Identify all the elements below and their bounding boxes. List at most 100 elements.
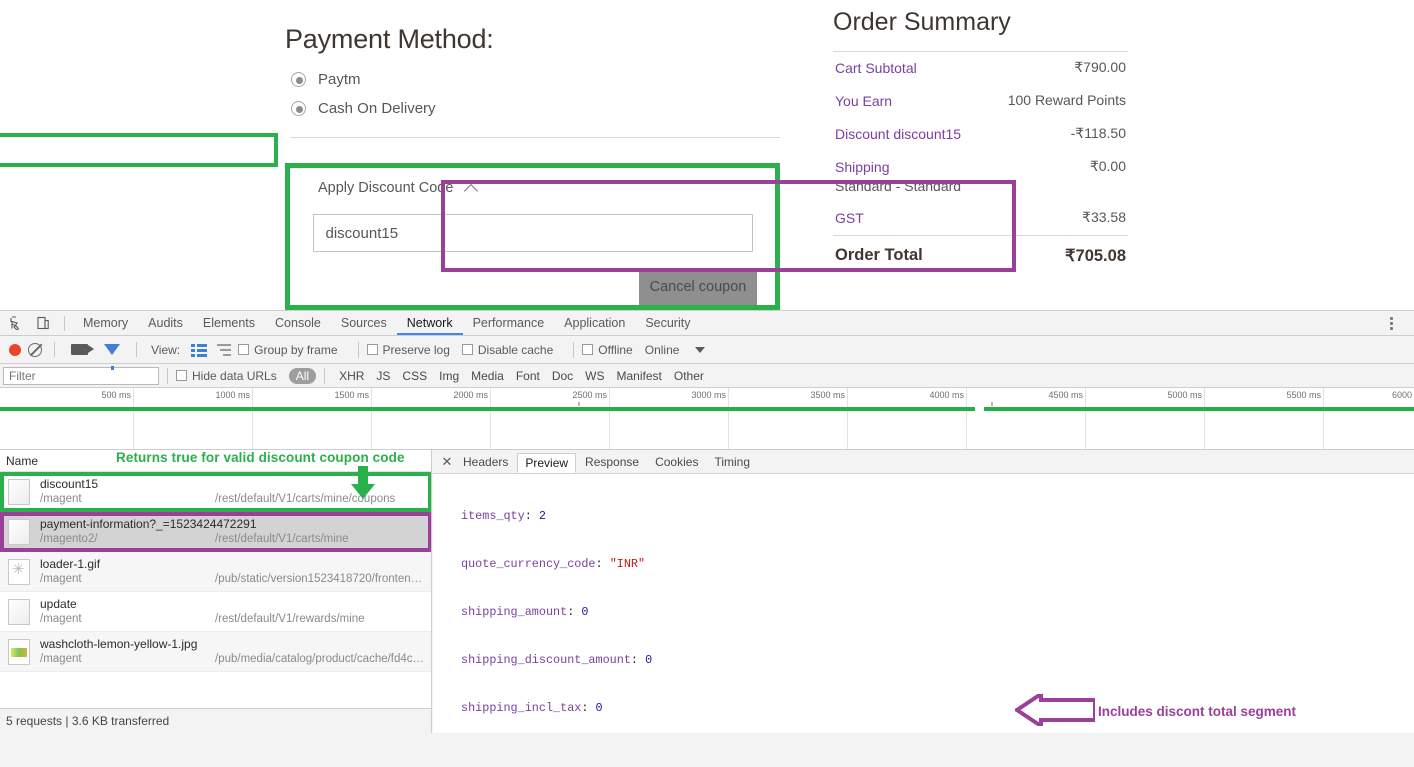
filter-type-xhr[interactable]: XHR	[333, 368, 370, 384]
preserve-log-checkbox[interactable]: Preserve log	[366, 343, 450, 357]
cancel-coupon-button[interactable]: Cancel coupon	[639, 269, 757, 305]
timeline-activity-band	[984, 407, 1414, 411]
record-button[interactable]	[9, 343, 21, 356]
checkbox-icon[interactable]	[461, 344, 473, 355]
request-name: payment-information?_=1523424472291	[40, 516, 257, 531]
document-icon	[8, 598, 30, 625]
json-key: shipping_discount_amount	[461, 653, 631, 667]
tab-cookies[interactable]: Cookies	[648, 453, 705, 471]
order-summary-title: Order Summary	[833, 8, 1011, 36]
summary-row-value: ₹0.00	[1089, 157, 1126, 174]
hide-data-urls-checkbox[interactable]: Hide data URLs	[176, 369, 277, 383]
group-by-frame-label: Group by frame	[254, 342, 338, 357]
json-key: shipping_incl_tax	[461, 701, 582, 715]
filter-icon[interactable]	[104, 344, 120, 370]
tick-label: 4000 ms	[929, 390, 964, 400]
filter-type-font[interactable]: Font	[510, 368, 546, 384]
divider	[54, 342, 55, 357]
clear-icon[interactable]	[28, 342, 42, 357]
json-value: 0	[645, 653, 653, 667]
timeline-activity-band	[0, 407, 975, 411]
toggle-device-toolbar-icon[interactable]	[30, 312, 56, 334]
tick-label: 5500 ms	[1286, 390, 1321, 400]
checkbox-icon[interactable]	[366, 344, 378, 355]
table-row[interactable]: washcloth-lemon-yellow-1.jpg /magent /pu…	[0, 632, 431, 672]
table-row[interactable]: payment-information?_=1523424472291 /mag…	[0, 512, 431, 552]
filter-type-img[interactable]: Img	[433, 368, 465, 384]
online-throttling-select[interactable]: Online	[645, 343, 680, 357]
shipping-method: Standard - Standard	[835, 177, 962, 194]
tab-memory[interactable]: Memory	[73, 311, 138, 335]
list-view-icon[interactable]	[191, 343, 208, 357]
hide-data-urls-label: Hide data URLs	[192, 368, 277, 383]
discount-code-input[interactable]	[312, 214, 753, 252]
request-path: /rest/default/V1/carts/mine	[215, 532, 349, 545]
tab-network[interactable]: Network	[396, 311, 463, 335]
filter-type-css[interactable]: CSS	[396, 368, 433, 384]
filter-type-manifest[interactable]: Manifest	[611, 368, 668, 384]
filter-input[interactable]	[3, 366, 159, 385]
chevron-up-icon[interactable]	[465, 182, 478, 195]
tab-application[interactable]: Application	[554, 311, 635, 335]
json-line[interactable]: items_qty: 2	[445, 508, 1414, 524]
filter-type-other[interactable]: Other	[668, 368, 710, 384]
payment-option-label: Paytm	[318, 71, 361, 88]
checkbox-icon[interactable]	[176, 370, 187, 381]
inspect-element-icon[interactable]	[4, 312, 30, 334]
tick-label: 3500 ms	[810, 390, 845, 400]
payment-option-paytm[interactable]: Paytm	[285, 65, 780, 94]
view-label: View:	[151, 342, 181, 357]
json-preview-tree[interactable]: items_qty: 2 quote_currency_code: "INR" …	[433, 474, 1414, 733]
table-row[interactable]: update /magent /rest/default/V1/rewards/…	[0, 592, 431, 632]
tab-sources[interactable]: Sources	[331, 311, 397, 335]
request-host: /magento2/	[40, 532, 98, 545]
offline-checkbox[interactable]: Offline	[582, 343, 633, 357]
checkbox-icon[interactable]	[238, 344, 250, 355]
request-path: /pub/media/catalog/product/cache/fd4c8..…	[215, 652, 427, 665]
filter-type-ws[interactable]: WS	[579, 368, 610, 384]
filter-type-media[interactable]: Media	[465, 368, 510, 384]
divider	[357, 341, 359, 358]
more-options-icon[interactable]	[1380, 316, 1402, 330]
summary-row-value: 100 Reward Points	[1007, 91, 1126, 108]
tab-audits[interactable]: Audits	[138, 311, 193, 335]
group-by-frame-checkbox[interactable]: Group by frame	[238, 342, 338, 357]
request-name: update	[40, 596, 77, 611]
disable-cache-checkbox[interactable]: Disable cache	[461, 343, 553, 357]
checkout-page: Payment Method: Paytm Cash On Delivery A…	[0, 0, 1414, 310]
apply-discount-code-label: Apply Discount Code	[318, 180, 454, 196]
apply-discount-code-toggle[interactable]: Apply Discount Code	[290, 168, 775, 196]
filter-type-all[interactable]: All	[288, 367, 317, 384]
tab-performance[interactable]: Performance	[463, 311, 555, 335]
table-row[interactable]: loader-1.gif /magent /pub/static/version…	[0, 552, 431, 592]
json-line[interactable]: quote_currency_code: "INR"	[445, 556, 1414, 572]
summary-row-discount: Discount discount15 -₹118.50	[833, 118, 1128, 151]
filter-type-js[interactable]: JS	[370, 368, 396, 384]
network-status-bar: 5 requests | 3.6 KB transferred	[0, 708, 431, 733]
network-timeline-overview[interactable]: 500 ms 1000 ms 1500 ms 2000 ms 2500 ms 3…	[0, 388, 1414, 450]
divider	[167, 367, 168, 384]
divider	[136, 342, 137, 357]
checkbox-icon[interactable]	[582, 344, 594, 355]
tab-console[interactable]: Console	[265, 311, 331, 335]
filter-type-doc[interactable]: Doc	[546, 368, 579, 384]
tab-timing[interactable]: Timing	[707, 453, 757, 471]
radio-icon[interactable]	[291, 72, 306, 87]
payment-option-cash-on-delivery[interactable]: Cash On Delivery	[285, 94, 780, 123]
waterfall-view-icon[interactable]	[217, 343, 233, 356]
tab-elements[interactable]: Elements	[193, 311, 265, 335]
radio-icon[interactable]	[291, 101, 306, 116]
chevron-down-icon[interactable]	[695, 346, 706, 353]
summary-row-label: Shipping Standard - Standard	[835, 158, 961, 196]
annotation-green-label: Returns true for valid discount coupon c…	[116, 450, 405, 465]
json-key: items_qty	[461, 509, 525, 523]
annotation-purple-label: Includes discont total segment	[1098, 704, 1297, 719]
tab-security[interactable]: Security	[635, 311, 700, 335]
timeline-marker	[578, 402, 580, 406]
capture-screenshots-icon[interactable]	[71, 344, 94, 355]
json-key: quote_currency_code	[461, 557, 596, 571]
request-name: loader-1.gif	[40, 556, 101, 571]
json-line[interactable]: shipping_discount_amount: 0	[445, 652, 1414, 668]
json-line[interactable]: shipping_amount: 0	[445, 604, 1414, 620]
request-host: /magent	[40, 652, 82, 665]
